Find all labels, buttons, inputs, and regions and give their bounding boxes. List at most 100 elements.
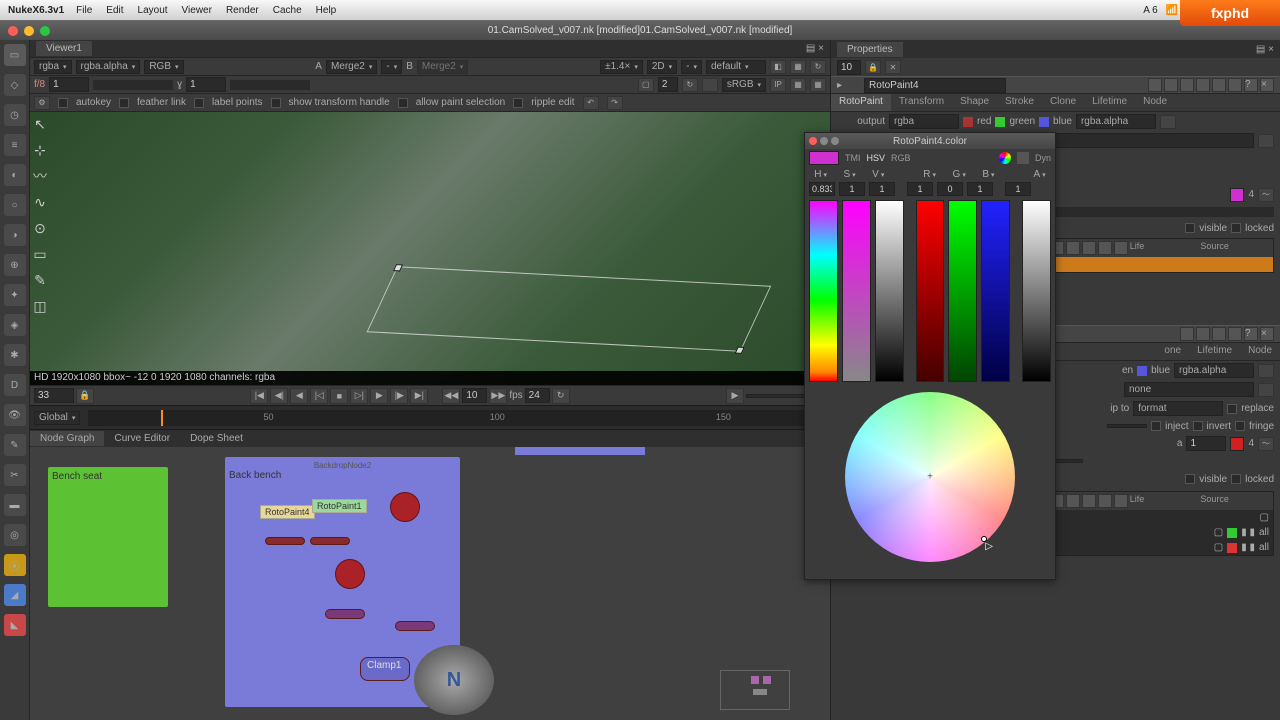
tool-foundry-icon[interactable]: ⦿ [4,554,26,576]
next-key-button[interactable]: |▶ [390,388,408,404]
eraser-tool-icon[interactable]: ◫ [30,296,50,316]
node2-tab-one[interactable]: one [1156,343,1189,360]
node-rotopaint4[interactable]: RotoPaint4 [260,505,315,519]
step-back-n-button[interactable]: ◀◀ [442,388,460,404]
backdrop-benchseat[interactable]: Bench seat [48,467,168,607]
node-merge1[interactable] [265,537,305,545]
tool-particles-icon[interactable]: ✱ [4,344,26,366]
colorspace-dropdown[interactable]: RGB [144,60,183,74]
menu-help[interactable]: Help [316,5,337,16]
tab-lifetime[interactable]: Lifetime [1084,94,1135,111]
lut-dropdown[interactable]: default [706,60,766,74]
tab-transform[interactable]: Transform [891,94,952,111]
pause-button[interactable]: ▦ [810,78,826,92]
a-input[interactable] [1005,182,1031,196]
rippleedit-checkbox[interactable] [513,98,523,108]
tool-image-icon[interactable]: ◢ [4,584,26,606]
tab-dopesheet[interactable]: Dope Sheet [180,431,253,446]
fps-input[interactable] [525,388,550,403]
anim-button[interactable]: 〜 [1258,188,1274,202]
step-input[interactable] [462,388,487,403]
layer-dropdown[interactable]: rgba [34,60,72,74]
output-extra-button[interactable] [1160,115,1176,129]
clip-toggle[interactable]: ↻ [682,78,698,92]
r-label[interactable]: R [923,169,936,180]
mode-tmi[interactable]: TMI [845,153,861,163]
triangle-icon[interactable]: ▸ [837,80,842,91]
tool-filter-icon[interactable]: ○ [4,194,26,216]
ip-button[interactable]: IP [770,78,786,92]
view2-dropdown[interactable]: - [681,60,702,74]
showtransform-checkbox[interactable] [271,98,281,108]
pane-menu-icon[interactable]: ▤ × [806,43,824,54]
navigator[interactable] [720,670,790,710]
alpha-slider[interactable] [1022,200,1051,382]
menu-edit[interactable]: Edit [106,5,123,16]
tool-merge-icon[interactable]: ⊕ [4,254,26,276]
visible-checkbox[interactable] [1185,223,1195,233]
ellipse-tool-icon[interactable]: ⊙ [30,218,50,238]
b2-color[interactable] [1227,528,1237,538]
tool-transform-icon[interactable]: ✦ [4,284,26,306]
wipe-button[interactable] [702,78,718,92]
col-icon-4[interactable] [1098,241,1112,255]
node2-mask-dropdown[interactable] [1107,424,1147,428]
node-merge2[interactable] [310,537,350,545]
brush-tool-icon[interactable]: ✎ [30,270,50,290]
viewer-tab-1[interactable]: Viewer1 [36,41,92,56]
step-back-button[interactable]: |◁ [310,388,328,404]
lock-button[interactable]: 🔒 [76,388,94,404]
point-tool-icon[interactable]: ⊹ [30,140,50,160]
n2-col-icon-3[interactable] [1082,494,1096,508]
tab-stroke[interactable]: Stroke [997,94,1042,111]
menu-cache[interactable]: Cache [273,5,302,16]
red-slider[interactable] [916,200,945,382]
bezier-tool-icon[interactable]: 〰 [30,166,50,186]
cp-min-button[interactable] [820,137,828,145]
node2-tab-lifetime[interactable]: Lifetime [1189,343,1240,360]
node-clamp1[interactable]: Clamp1 [360,657,410,681]
clip-button[interactable]: ▢ [638,78,654,92]
roto-undo-icon[interactable]: ↶ [583,96,599,110]
n2-col-icon-5[interactable] [1114,494,1128,508]
proxy-button[interactable]: ▦ [790,60,806,74]
tool-color-icon[interactable]: ◐ [4,164,26,186]
app-name[interactable]: NukeX6.3v1 [8,5,64,16]
clip-input[interactable] [658,77,678,92]
roto-settings-icon[interactable]: ⚙ [34,96,50,110]
rectangle-tool-icon[interactable]: ▭ [30,244,50,264]
tool-metadata-icon[interactable]: ✎ [4,434,26,456]
fstop-input[interactable] [49,77,89,92]
global-range-dropdown[interactable]: Global [34,411,80,425]
node2-visible-checkbox[interactable] [1185,474,1195,484]
menu-layout[interactable]: Layout [138,5,168,16]
b-input-dropdown[interactable]: Merge2 [417,60,468,74]
tool-red-icon[interactable]: ◣ [4,614,26,636]
range-field[interactable] [746,394,806,398]
a-label[interactable]: A [1033,169,1045,180]
node-rotopaint1[interactable]: RotoPaint1 [312,499,367,513]
node2-none-dropdown[interactable]: none [1124,382,1254,397]
gamma-input[interactable] [186,77,226,92]
mode-rgb[interactable]: RGB [891,153,911,163]
props-lock-icon[interactable]: 🔒 [865,60,881,74]
col-icon-5[interactable] [1114,241,1128,255]
b1-color[interactable] [1227,543,1237,553]
last-frame-button[interactable]: ▶| [410,388,428,404]
node1-close-icon[interactable]: × [1260,78,1274,92]
wifi-icon[interactable]: 📶 [1166,5,1178,16]
stop-button[interactable]: ■ [330,388,348,404]
tool-channel-icon[interactable]: ≡ [4,134,26,156]
a-input-dropdown[interactable]: Merge2 [326,60,377,74]
loop-button[interactable]: ↻ [552,388,570,404]
roto-shape-overlay[interactable] [367,266,772,351]
swatch-toggle-icon[interactable] [1017,152,1029,164]
color-picker-titlebar[interactable]: RotoPaint4.color [805,133,1055,149]
alpha-dropdown[interactable]: rgba.alpha [1076,114,1156,129]
b-label[interactable]: B [982,169,994,180]
view-dropdown[interactable]: 2D [647,60,677,74]
backdrop-fragment[interactable] [515,447,645,455]
featherlink-checkbox[interactable] [119,98,129,108]
node2-help-icon[interactable]: ? [1244,327,1258,341]
node2-replace-checkbox[interactable] [1227,404,1237,414]
